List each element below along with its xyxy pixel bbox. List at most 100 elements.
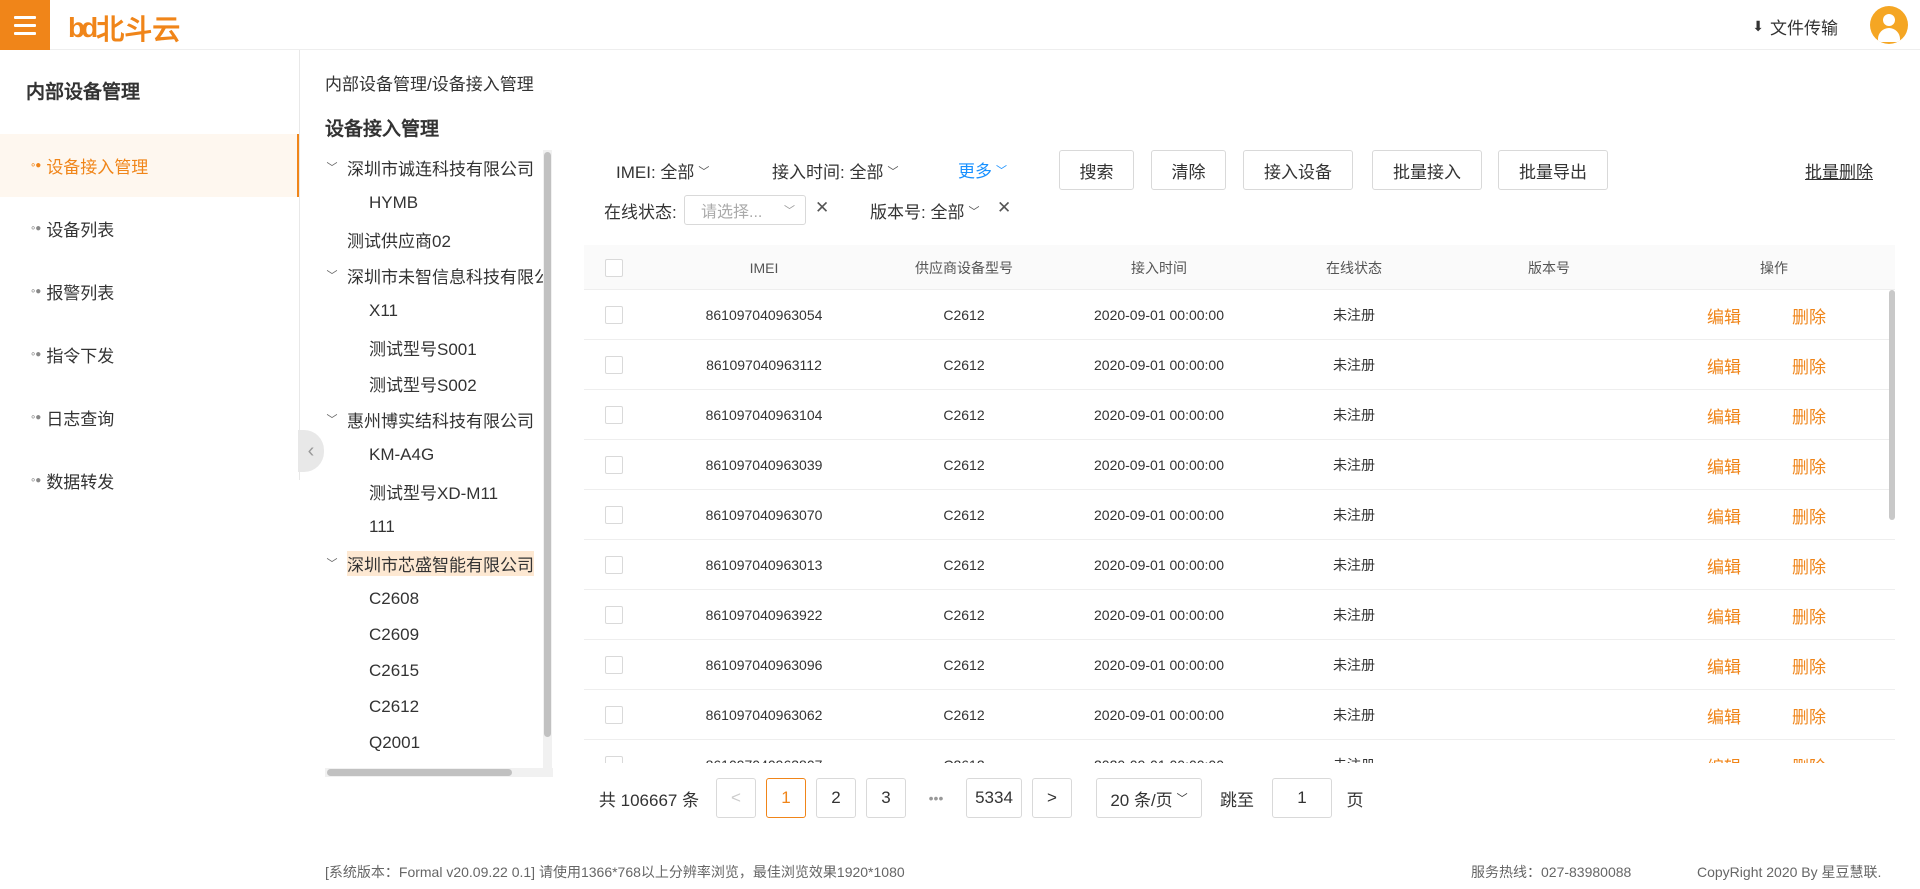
tree-node-supplier[interactable]: ﹀ 惠州博实结科技有限公司	[323, 402, 535, 436]
dot-icon: ∘●	[30, 223, 41, 234]
table-header: IMEI 供应商设备型号 接入时间 在线状态 版本号 操作	[584, 245, 1895, 290]
row-checkbox[interactable]	[605, 456, 623, 474]
clear-button[interactable]: 清除	[1151, 150, 1226, 190]
tree-node-model[interactable]: C2608	[369, 582, 419, 616]
page-button-last[interactable]: 5334	[966, 778, 1022, 818]
next-page-button[interactable]: >	[1032, 778, 1072, 818]
edit-button[interactable]: 编辑	[1684, 390, 1764, 440]
tree-node-model[interactable]: Q2001	[369, 726, 420, 760]
batch-access-button[interactable]: 批量接入	[1372, 150, 1482, 190]
chevron-down-icon[interactable]: ﹀	[323, 555, 341, 571]
tree-node-model[interactable]: HYMB	[369, 186, 418, 220]
tree-node-model[interactable]: C2612	[369, 690, 419, 724]
clear-version-icon[interactable]: ✕	[997, 198, 1011, 218]
delete-button[interactable]: 删除	[1769, 690, 1849, 740]
row-checkbox[interactable]	[605, 756, 623, 763]
edit-button[interactable]: 编辑	[1684, 690, 1764, 740]
row-checkbox[interactable]	[605, 656, 623, 674]
hamburger-menu-icon[interactable]	[0, 0, 50, 50]
edit-button[interactable]: 编辑	[1684, 290, 1764, 340]
select-all-checkbox[interactable]	[605, 258, 623, 277]
page-button-1[interactable]: 1	[766, 778, 806, 818]
tree-node-model[interactable]: 111	[369, 510, 395, 544]
sidebar-item[interactable]: ∘● 数据转发	[0, 449, 299, 512]
edit-button[interactable]: 编辑	[1684, 540, 1764, 590]
page-button-2[interactable]: 2	[816, 778, 856, 818]
chevron-down-icon[interactable]: ﹀	[323, 267, 341, 283]
table-vertical-scrollbar[interactable]	[1889, 290, 1895, 520]
tree-node-label: 惠州博实结科技有限公司	[347, 411, 534, 431]
page-ellipsis[interactable]: •••	[916, 778, 956, 818]
delete-button[interactable]: 删除	[1769, 290, 1849, 340]
more-filters-toggle[interactable]: 更多 ﹀	[958, 157, 1007, 182]
row-checkbox[interactable]	[605, 506, 623, 524]
tree-node-model[interactable]: X11	[369, 294, 398, 328]
avatar[interactable]	[1870, 6, 1908, 44]
sidebar-item[interactable]: ∘● 指令下发	[0, 323, 299, 386]
batch-export-button[interactable]: 批量导出	[1498, 150, 1608, 190]
version-filter[interactable]: 版本号: 全部 ﹀	[870, 198, 979, 223]
tree-node-model[interactable]: KM-A4G	[369, 438, 434, 472]
tree-node-supplier[interactable]: 测试供应商02	[323, 222, 451, 256]
row-checkbox[interactable]	[605, 706, 623, 724]
edit-button[interactable]: 编辑	[1684, 340, 1764, 390]
tree-vertical-scrollbar[interactable]	[543, 150, 552, 770]
cell-status: 未注册	[1333, 557, 1375, 573]
batch-delete-link[interactable]: 批量删除	[1805, 158, 1873, 183]
delete-button[interactable]: 删除	[1769, 590, 1849, 640]
access-device-button[interactable]: 接入设备	[1243, 150, 1353, 190]
sidebar-item[interactable]: ∘● 设备接入管理	[0, 134, 299, 197]
chevron-down-icon[interactable]: ﹀	[323, 411, 341, 427]
tree-node-label: 深圳市芯盛智能有限公司	[347, 550, 534, 576]
edit-button[interactable]: 编辑	[1684, 440, 1764, 490]
chevron-down-icon[interactable]: ﹀	[323, 159, 341, 175]
online-status-select[interactable]: 请选择... ﹀	[684, 195, 806, 225]
tree-node-model[interactable]: C2609	[369, 618, 419, 652]
delete-button[interactable]: 删除	[1769, 540, 1849, 590]
row-checkbox[interactable]	[605, 306, 623, 324]
delete-button[interactable]: 删除	[1769, 390, 1849, 440]
clear-online-status-icon[interactable]: ✕	[815, 198, 829, 218]
page-size-select[interactable]: 20 条/页 ﹀	[1096, 778, 1202, 818]
table-row: 861097040963807 C2612 2020-09-01 00:00:00 未…	[584, 740, 1895, 763]
imei-filter[interactable]: IMEI: 全部 ﹀	[616, 158, 709, 183]
edit-button[interactable]: 编辑	[1684, 740, 1764, 764]
edit-button[interactable]: 编辑	[1684, 590, 1764, 640]
tree-horizontal-scrollbar[interactable]	[325, 768, 553, 777]
access-time-filter-label: 接入时间: 全部	[772, 163, 884, 182]
jump-label: 跳至	[1220, 790, 1254, 810]
search-button[interactable]: 搜索	[1059, 150, 1134, 190]
collapse-sidebar-button[interactable]: ‹	[298, 430, 324, 472]
delete-button[interactable]: 删除	[1769, 440, 1849, 490]
tree-node-model[interactable]: 测试型号S002	[369, 366, 477, 400]
tree-node-supplier[interactable]: ﹀ 深圳市芯盛智能有限公司	[323, 546, 534, 580]
jump-page-input[interactable]: 1	[1272, 778, 1332, 818]
edit-button[interactable]: 编辑	[1684, 490, 1764, 540]
file-transfer-button[interactable]: ⬇ 文件传输	[1752, 14, 1838, 39]
chevron-down-icon: ﹀	[784, 205, 795, 217]
tree-node-model[interactable]: 测试型号XD-M11	[369, 474, 498, 508]
access-time-filter[interactable]: 接入时间: 全部 ﹀	[772, 158, 898, 183]
sidebar-item[interactable]: ∘● 设备列表	[0, 197, 299, 260]
delete-button[interactable]: 删除	[1769, 740, 1849, 764]
tree-node-supplier[interactable]: ﹀ 深圳市诚连科技有限公司	[323, 150, 535, 184]
tree-node-model[interactable]: 测试型号S001	[369, 330, 477, 364]
sidebar-item[interactable]: ∘● 日志查询	[0, 386, 299, 449]
edit-button[interactable]: 编辑	[1684, 640, 1764, 690]
page-button-3[interactable]: 3	[866, 778, 906, 818]
prev-page-button[interactable]: <	[716, 778, 756, 818]
delete-button[interactable]: 删除	[1769, 490, 1849, 540]
top-bar: bd 北斗云 ⬇ 文件传输	[0, 0, 1920, 50]
row-checkbox[interactable]	[605, 356, 623, 374]
sidebar-item-label: 数据转发	[46, 473, 115, 492]
tree-node-model[interactable]: C2615	[369, 654, 419, 688]
cell-model: C2612	[943, 357, 985, 373]
delete-button[interactable]: 删除	[1769, 340, 1849, 390]
sidebar-item[interactable]: ∘● 报警列表	[0, 260, 299, 323]
row-checkbox[interactable]	[605, 556, 623, 574]
row-checkbox[interactable]	[605, 606, 623, 624]
cell-version	[1469, 590, 1629, 640]
tree-node-supplier[interactable]: ﹀ 深圳市未智信息科技有限公司	[323, 258, 544, 292]
delete-button[interactable]: 删除	[1769, 640, 1849, 690]
row-checkbox[interactable]	[605, 406, 623, 424]
